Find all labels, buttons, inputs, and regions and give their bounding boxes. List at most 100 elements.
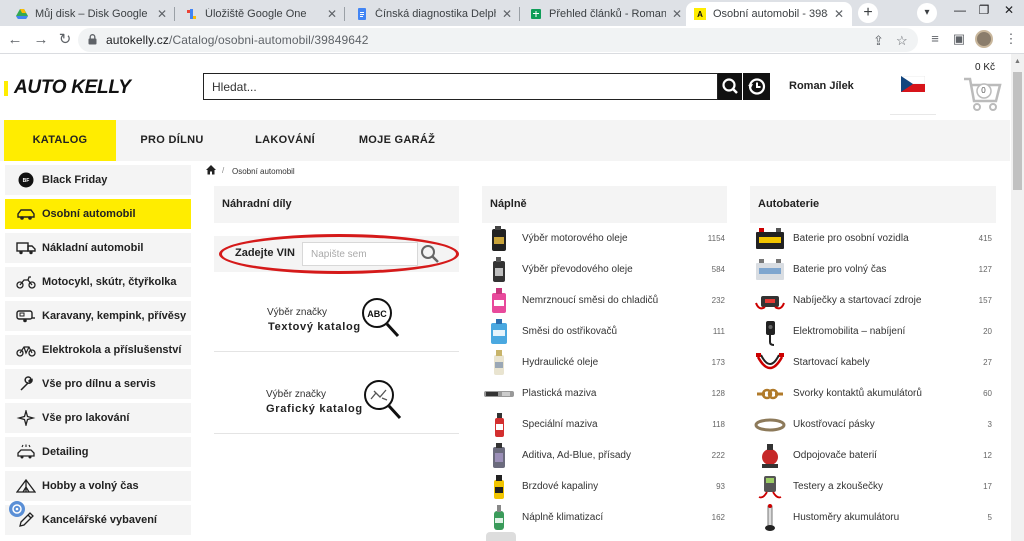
batteries-list-item[interactable]: Nabíječky a startovací zdroje 157 bbox=[753, 285, 992, 316]
close-icon[interactable]: ✕ bbox=[672, 7, 682, 21]
batteries-list-item[interactable]: Ukostřovací pásky 3 bbox=[753, 409, 992, 440]
sidebar-item-label: Kancelářské vybavení bbox=[42, 514, 157, 526]
browser-tab[interactable]: Čínská diagnostika Delphi DS1 ✕ bbox=[348, 2, 520, 26]
category-name: Speciální maziva bbox=[522, 419, 598, 430]
accessibility-widget-icon[interactable] bbox=[8, 500, 26, 518]
vin-input[interactable] bbox=[303, 243, 417, 265]
batteries-list-item[interactable]: Baterie pro osobní vozidla 415 bbox=[753, 223, 992, 254]
ac-refill-icon bbox=[482, 504, 516, 532]
back-icon[interactable]: ← bbox=[6, 31, 24, 49]
sidebar-item-karavany[interactable]: Karavany, kempink, přívěsy bbox=[5, 301, 191, 331]
forward-icon[interactable]: → bbox=[32, 31, 50, 49]
home-icon[interactable] bbox=[205, 164, 217, 175]
sidebar-item-nakladni-automobil[interactable]: Nákladní automobil bbox=[5, 233, 191, 263]
car-battery-icon bbox=[753, 225, 787, 253]
nav-katalog[interactable]: KATALOG bbox=[4, 120, 116, 161]
fluids-list-item[interactable]: Nemrznoucí směsi do chladičů 232 bbox=[482, 285, 725, 316]
sidebar-item-elektrokola[interactable]: Elektrokola a příslušenství bbox=[5, 335, 191, 365]
minimize-icon[interactable]: — bbox=[950, 3, 970, 17]
batteries-list-item[interactable]: Svorky kontaktů akumulátorů 60 bbox=[753, 378, 992, 409]
fluids-list-item[interactable]: Směsi do ostřikovačů 111 bbox=[482, 316, 725, 347]
parts-magnifier-icon bbox=[364, 380, 402, 420]
sidebar-item-lakovani[interactable]: Vše pro lakování bbox=[5, 403, 191, 433]
search-icon bbox=[722, 78, 738, 94]
flag-divider bbox=[890, 114, 936, 115]
logo-text: AUTO KELLY bbox=[14, 77, 131, 98]
batteries-list-item[interactable]: Baterie pro volný čas 127 bbox=[753, 254, 992, 285]
user-name[interactable]: Roman Jílek bbox=[789, 80, 854, 92]
additive-icon bbox=[482, 442, 516, 470]
batteries-list-item[interactable]: Hustoměry akumulátoru 5 bbox=[753, 502, 992, 533]
batteries-list-item[interactable]: Elektromobilita – nabíjení 20 bbox=[753, 316, 992, 347]
scroll-up-icon[interactable]: ▲ bbox=[1014, 58, 1021, 65]
category-name: Elektromobilita – nabíjení bbox=[793, 326, 906, 337]
motor-oil-icon bbox=[482, 225, 516, 253]
address-bar[interactable]: autokelly.cz/Catalog/osobni-automobil/39… bbox=[78, 28, 918, 52]
sidebar-item-osobni-automobil[interactable]: Osobní automobil bbox=[5, 199, 191, 229]
sidebar-item-dilna-servis[interactable]: Vše pro dílnu a servis bbox=[5, 369, 191, 399]
svg-text:ABC: ABC bbox=[367, 309, 387, 319]
sidebar-item-detailing[interactable]: Detailing bbox=[5, 437, 191, 467]
nav-lakovani[interactable]: LAKOVÁNÍ bbox=[237, 120, 333, 161]
restore-icon[interactable]: ❐ bbox=[974, 3, 994, 17]
vin-search-icon[interactable] bbox=[419, 243, 441, 265]
site-search-input[interactable] bbox=[204, 74, 717, 99]
fluids-list-item[interactable]: Aditiva, Ad-Blue, přísady 222 bbox=[482, 440, 725, 471]
text-catalog-link[interactable]: Výběr značky Textový katalog ABC bbox=[214, 286, 459, 352]
browser-tab[interactable]: Úložiště Google One ✕ bbox=[178, 2, 345, 26]
batteries-list-item[interactable]: Startovací kabely 27 bbox=[753, 347, 992, 378]
close-icon[interactable]: ✕ bbox=[157, 7, 167, 21]
batteries-list-item[interactable]: Testery a zkoušečky 17 bbox=[753, 471, 992, 502]
reload-icon[interactable]: ↻ bbox=[56, 31, 74, 49]
motorcycle-icon bbox=[15, 274, 37, 290]
search-history-button[interactable] bbox=[743, 73, 770, 100]
browser-tab-active[interactable]: A Osobní automobil - 39849642 ✕ bbox=[686, 2, 852, 26]
category-name: Ukostřovací pásky bbox=[793, 419, 875, 430]
tab-search-icon[interactable]: ▾ bbox=[917, 3, 937, 23]
profile-avatar[interactable] bbox=[975, 30, 993, 48]
side-panel-icon[interactable]: ▣ bbox=[950, 31, 968, 47]
bookmark-star-icon[interactable]: ☆ bbox=[896, 33, 908, 49]
category-count: 1154 bbox=[707, 234, 725, 243]
scrollbar-thumb[interactable] bbox=[1013, 72, 1022, 190]
battery-clamp-icon bbox=[753, 380, 787, 408]
search-button[interactable] bbox=[718, 73, 742, 100]
sidebar-item-motocykl[interactable]: Motocykl, skútr, čtyřkolka bbox=[5, 267, 191, 297]
sidebar-item-label: Detailing bbox=[42, 446, 89, 458]
fluids-list-item[interactable]: Výběr převodového oleje 584 bbox=[482, 254, 725, 285]
czech-flag-icon[interactable] bbox=[901, 76, 925, 92]
category-count: 12 bbox=[983, 451, 992, 460]
url-path: /Catalog/osobni-automobil/39849642 bbox=[169, 33, 369, 47]
share-icon[interactable]: ⇪ bbox=[873, 33, 884, 49]
fluids-list-item[interactable]: Náplně klimatizací 162 bbox=[482, 502, 725, 533]
sidebar-item-kancelar[interactable]: Kancelářské vybavení bbox=[5, 505, 191, 535]
sidebar-item-black-friday[interactable]: BF Black Friday bbox=[5, 165, 191, 195]
url-text: autokelly.cz/Catalog/osobni-automobil/39… bbox=[106, 33, 369, 47]
close-window-icon[interactable]: ✕ bbox=[999, 3, 1019, 17]
svg-text:A: A bbox=[697, 10, 703, 19]
menu-dots-icon[interactable]: ⋮ bbox=[1002, 31, 1020, 47]
fluids-list-item[interactable]: Plastická maziva 128 bbox=[482, 378, 725, 409]
main-navigation: KATALOG PRO DÍLNU LAKOVÁNÍ MOJE GARÁŽ bbox=[0, 120, 1010, 161]
fluids-list-item[interactable]: Výběr motorového oleje 1154 bbox=[482, 223, 725, 254]
close-icon[interactable]: ✕ bbox=[327, 7, 337, 21]
close-icon[interactable]: ✕ bbox=[834, 7, 844, 21]
fluids-list-item[interactable]: Speciální maziva 118 bbox=[482, 409, 725, 440]
logo-bar bbox=[4, 80, 8, 96]
fluids-list-item[interactable]: Hydraulické oleje 173 bbox=[482, 347, 725, 378]
nav-pro-dilnu[interactable]: PRO DÍLNU bbox=[122, 120, 222, 161]
site-logo[interactable]: AUTO KELLY bbox=[4, 77, 131, 99]
nav-moje-garaz[interactable]: MOJE GARÁŽ bbox=[350, 120, 444, 161]
graphic-catalog-link[interactable]: Výběr značky Grafický katalog bbox=[214, 368, 459, 434]
batteries-list-item[interactable]: Odpojovače baterií 12 bbox=[753, 440, 992, 471]
browser-tab[interactable]: Můj disk – Disk Google ✕ bbox=[8, 2, 175, 26]
category-name: Baterie pro volný čas bbox=[793, 264, 887, 275]
site-search-box bbox=[203, 73, 718, 100]
sidebar-item-hobby[interactable]: Hobby a volný čas bbox=[5, 471, 191, 501]
new-tab-button[interactable]: + bbox=[858, 3, 878, 23]
fluids-list-item[interactable]: Brzdové kapaliny 93 bbox=[482, 471, 725, 502]
reading-list-icon[interactable]: ≡ bbox=[926, 31, 944, 46]
browser-tab[interactable]: Přehled článků - Roman Jílek ✕ bbox=[522, 2, 690, 26]
close-icon[interactable]: ✕ bbox=[502, 7, 512, 21]
category-name: Směsi do ostřikovačů bbox=[522, 326, 618, 337]
